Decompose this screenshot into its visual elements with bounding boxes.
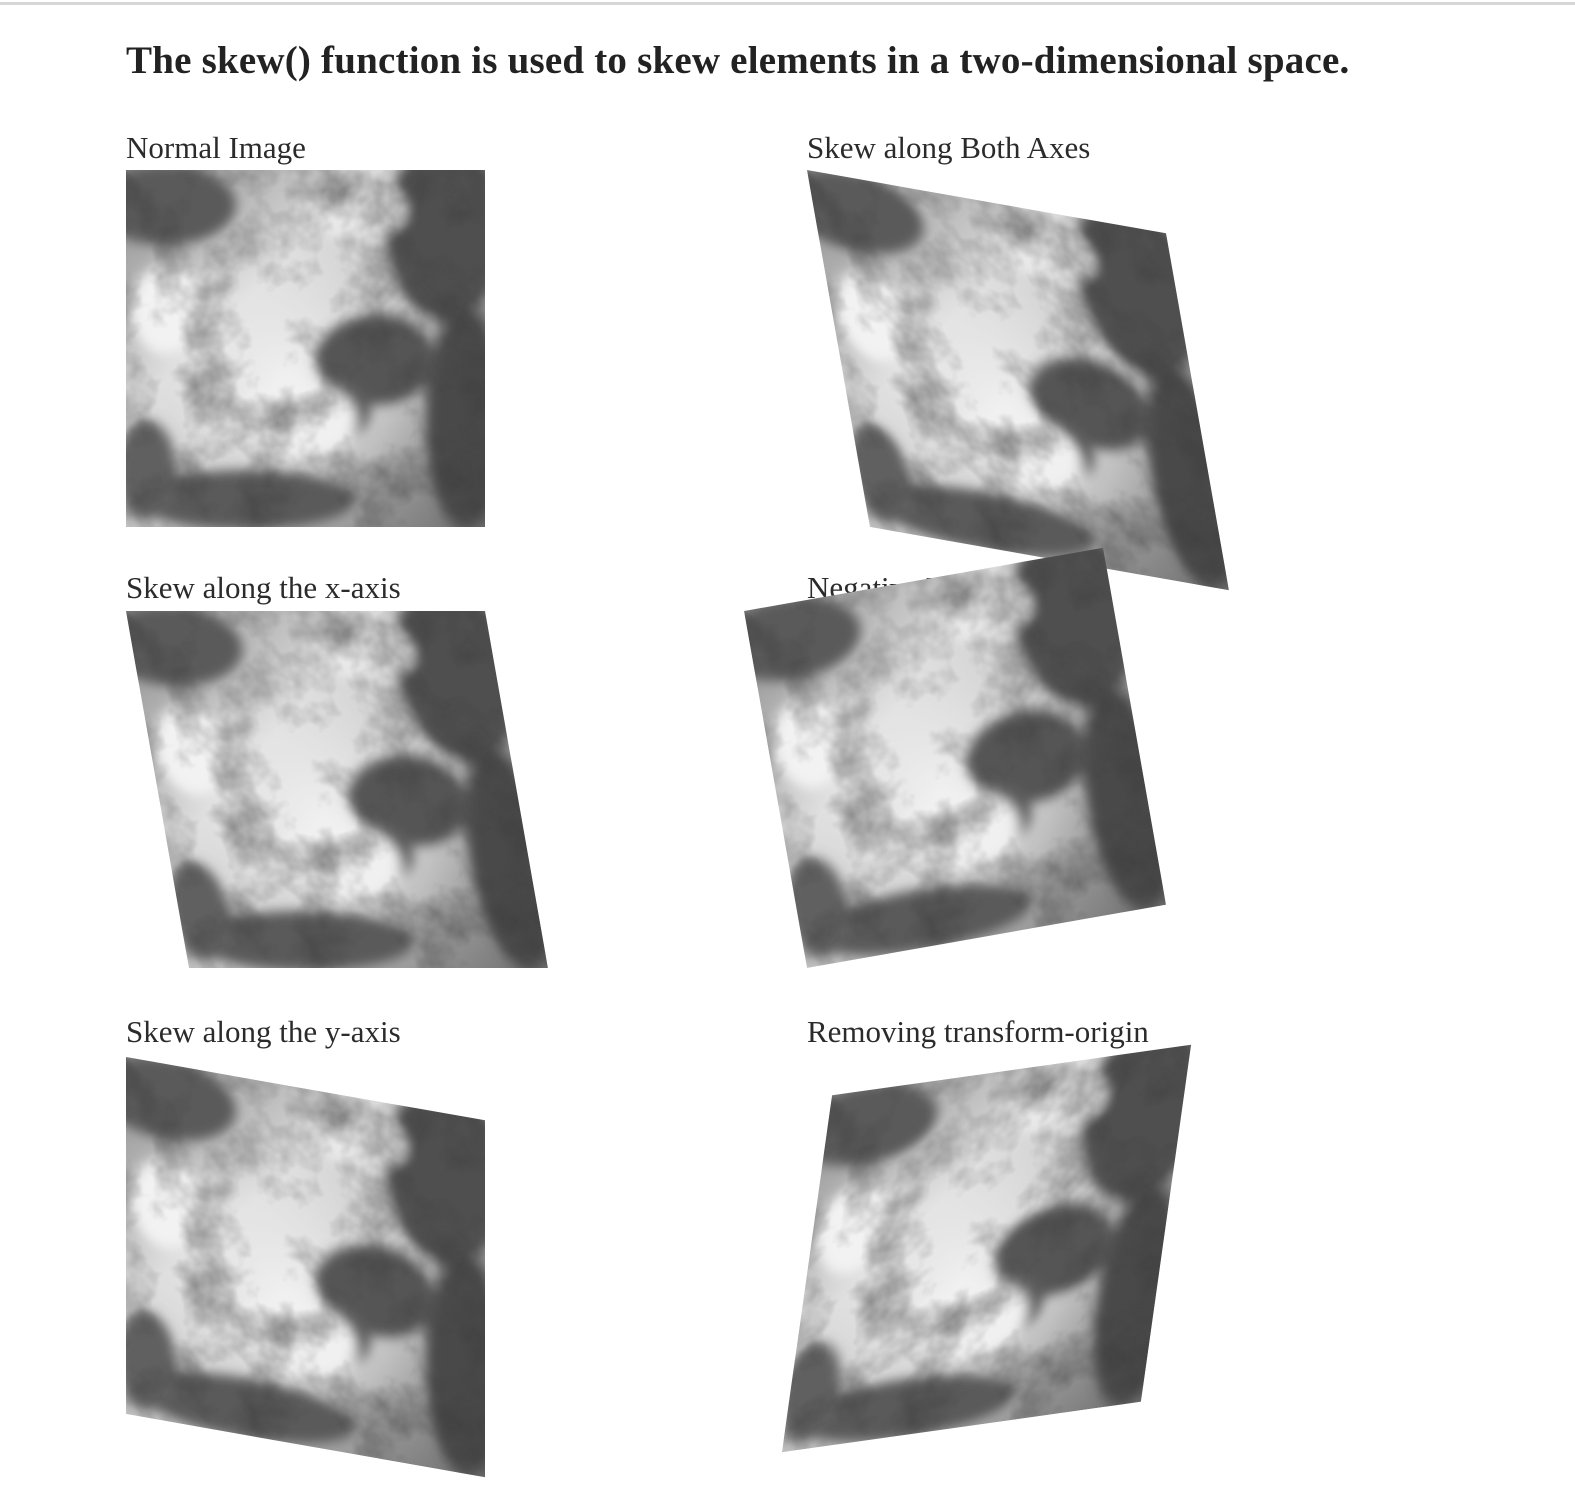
- negative-skew-cloud-image: [744, 548, 1166, 968]
- caption-skew-both-axes: Skew along Both Axes: [807, 130, 1091, 165]
- skew-both-cloud-image: [807, 170, 1229, 590]
- no-origin-skew-cloud-image: [782, 1045, 1191, 1452]
- page-title: The skew() function is used to skew elem…: [126, 39, 1350, 82]
- caption-skew-x-axis: Skew along the x-axis: [126, 570, 401, 605]
- caption-skew-y-axis: Skew along the y-axis: [126, 1014, 401, 1049]
- caption-removing-transform-origin: Removing transform-origin: [807, 1014, 1149, 1049]
- caption-normal-image: Normal Image: [126, 130, 306, 165]
- top-divider: [0, 2, 1575, 5]
- skew-y-cloud-image: [126, 1057, 485, 1477]
- normal-cloud-image: [126, 170, 485, 527]
- skew-x-cloud-image: [126, 611, 548, 968]
